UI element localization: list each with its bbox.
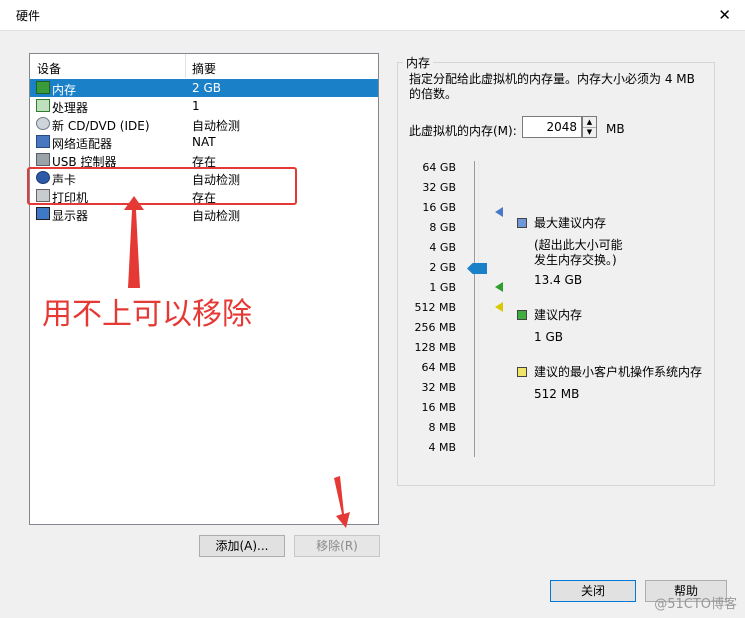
recommended-label: 建议内存 — [534, 308, 583, 322]
device-summary: 1 — [192, 99, 200, 113]
scale-tick: 512 MB — [414, 301, 456, 314]
device-name: 新 CD/DVD (IDE) — [52, 119, 150, 133]
watermark: @51CTO博客 — [654, 597, 737, 612]
network-adapter-icon — [36, 135, 50, 148]
device-row-display[interactable]: 显示器 自动检测 — [30, 205, 378, 223]
device-summary: 2 GB — [192, 81, 221, 95]
summary-column-header[interactable]: 摘要 — [192, 60, 216, 77]
max-recommended-label: 最大建议内存 — [534, 216, 607, 230]
annotation-text: 用不上可以移除 — [42, 297, 252, 332]
scale-tick: 32 GB — [422, 181, 456, 194]
scale-tick: 4 GB — [429, 241, 456, 254]
device-row-network[interactable]: 网络适配器 NAT — [30, 133, 378, 151]
recommended-marker-icon — [495, 282, 503, 292]
display-icon — [36, 207, 50, 220]
memory-unit: MB — [606, 122, 625, 136]
spin-down-icon[interactable]: ▼ — [583, 127, 596, 137]
device-name: 网络适配器 — [52, 137, 113, 151]
device-row-cd-dvd[interactable]: 新 CD/DVD (IDE) 自动检测 — [30, 115, 378, 133]
scale-tick: 128 MB — [414, 341, 456, 354]
device-name: 处理器 — [52, 101, 89, 115]
scale-tick: 64 MB — [421, 361, 456, 374]
scale-tick: 4 MB — [428, 441, 456, 454]
scale-tick: 8 MB — [428, 421, 456, 434]
max-recommended-note: 发生内存交换。) — [534, 253, 617, 267]
scale-tick: 8 GB — [429, 221, 456, 234]
remove-button[interactable]: 移除(R) — [294, 535, 380, 557]
min-guest-value: 512 MB — [534, 387, 580, 401]
close-icon[interactable]: ✕ — [718, 6, 731, 24]
min-guest-swatch — [517, 367, 527, 377]
memory-icon — [36, 81, 50, 94]
scale-tick: 16 GB — [422, 201, 456, 214]
title-bar: 硬件 ✕ — [0, 0, 745, 31]
max-recommended-value: 13.4 GB — [534, 273, 583, 287]
scale-tick: 2 GB — [429, 261, 456, 274]
device-column-header[interactable]: 设备 — [37, 60, 61, 77]
scale-tick: 16 MB — [421, 401, 456, 414]
memory-input-label: 此虚拟机的内存(M): — [409, 124, 517, 138]
close-button[interactable]: 关闭 — [550, 580, 636, 602]
window-title: 硬件 — [16, 9, 41, 23]
scale-tick: 64 GB — [422, 161, 456, 174]
usb-icon — [36, 153, 50, 166]
annotation-highlight-box — [27, 167, 297, 205]
device-summary: NAT — [192, 135, 216, 149]
scale-tick: 1 GB — [429, 281, 456, 294]
memory-group-title: 内存 — [403, 54, 434, 71]
memory-description: 指定分配给此虚拟机的内存量。内存大小必须为 4 MB 的倍数。 — [409, 72, 695, 101]
memory-slider-track[interactable] — [474, 161, 479, 457]
scale-tick: 32 MB — [421, 381, 456, 394]
min-guest-label: 建议的最小客户机操作系统内存 — [534, 365, 703, 379]
cd-dvd-icon — [36, 117, 50, 130]
max-recommended-note: (超出此大小可能 — [534, 238, 623, 252]
memory-stepper[interactable]: ▲ ▼ — [582, 116, 597, 138]
cpu-icon — [36, 99, 50, 112]
add-button[interactable]: 添加(A)... — [199, 535, 285, 557]
min-guest-marker-icon — [495, 302, 503, 312]
recommended-swatch — [517, 310, 527, 320]
device-summary: 自动检测 — [192, 119, 241, 133]
column-separator[interactable] — [185, 54, 186, 78]
memory-input[interactable] — [522, 116, 582, 138]
device-summary: 自动检测 — [192, 209, 241, 223]
recommended-value: 1 GB — [534, 330, 563, 344]
scale-tick: 256 MB — [414, 321, 456, 334]
device-name: 内存 — [52, 83, 77, 97]
device-row-cpu[interactable]: 处理器 1 — [30, 97, 378, 115]
max-recommended-marker-icon — [495, 207, 503, 217]
device-list-header: 设备 摘要 — [30, 54, 378, 78]
device-row-memory[interactable]: 内存 2 GB — [30, 79, 378, 97]
device-name: 显示器 — [52, 209, 89, 223]
max-recommended-swatch — [517, 218, 527, 228]
